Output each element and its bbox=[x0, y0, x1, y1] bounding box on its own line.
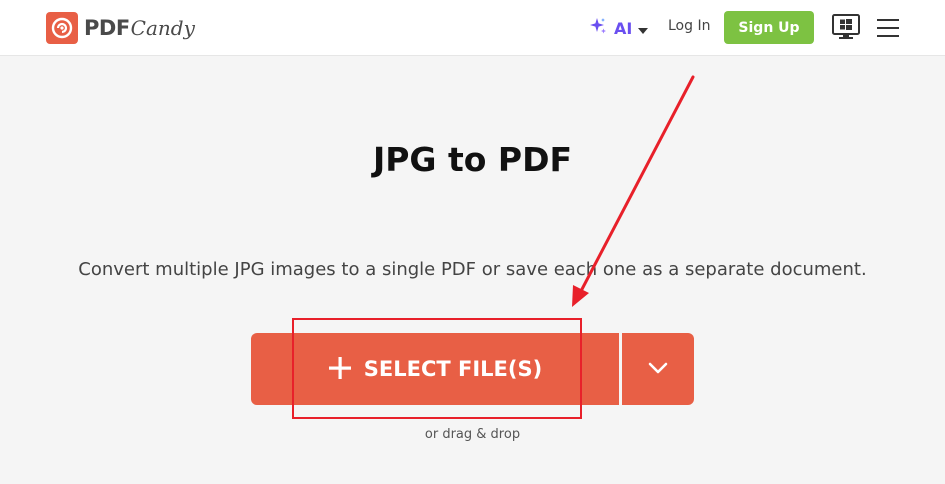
page-subtitle: Convert multiple JPG images to a single … bbox=[78, 259, 867, 280]
windows-desktop-icon[interactable] bbox=[831, 12, 861, 42]
caret-down-icon bbox=[638, 19, 649, 38]
top-header: PDF Candy AI Log In Sign Up bbox=[0, 0, 945, 56]
ai-menu[interactable]: AI bbox=[588, 16, 649, 40]
pdfcandy-logo[interactable]: PDF Candy bbox=[46, 11, 195, 45]
plus-icon bbox=[328, 356, 352, 383]
ai-label: AI bbox=[614, 18, 633, 38]
logo-text-pdf: PDF bbox=[84, 16, 130, 40]
sparkle-icon bbox=[588, 16, 608, 40]
chevron-down-icon bbox=[648, 362, 668, 377]
select-files-label: SELECT FILE(S) bbox=[363, 357, 543, 381]
page-title: JPG to PDF bbox=[372, 140, 573, 179]
login-link[interactable]: Log In bbox=[668, 18, 710, 34]
logo-text-candy: Candy bbox=[130, 16, 195, 40]
select-files-button[interactable]: SELECT FILE(S) bbox=[251, 333, 619, 405]
drag-drop-hint: or drag & drop bbox=[424, 427, 521, 442]
candy-swirl-icon bbox=[46, 12, 78, 44]
upload-source-dropdown[interactable] bbox=[622, 333, 694, 405]
annotation-arrow bbox=[572, 75, 695, 307]
signup-button[interactable]: Sign Up bbox=[724, 11, 814, 44]
hamburger-menu-icon[interactable] bbox=[877, 17, 899, 39]
